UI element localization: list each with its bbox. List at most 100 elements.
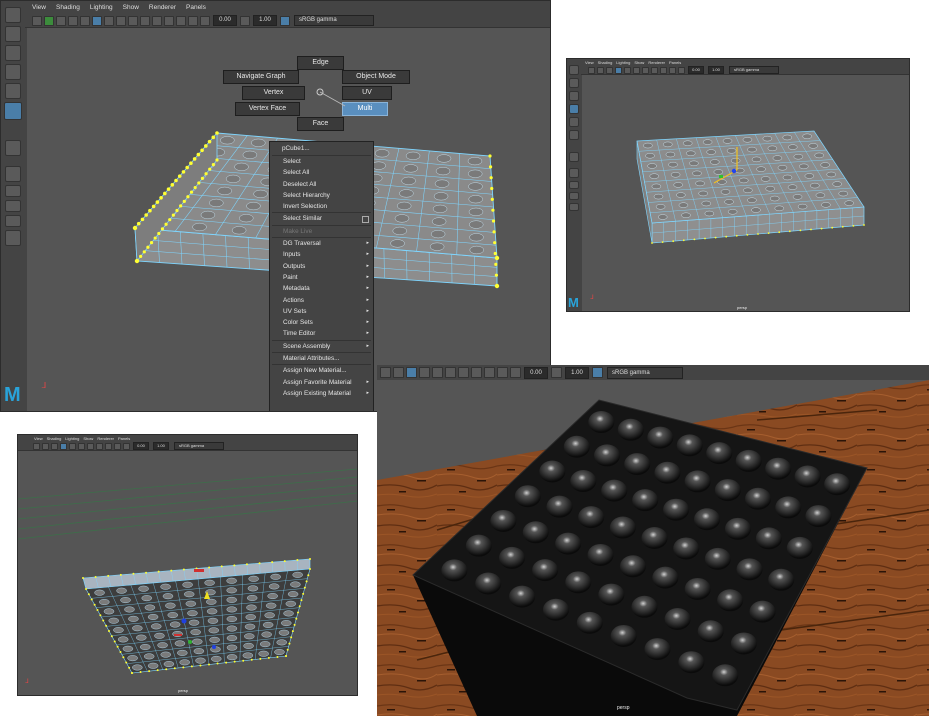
context-menu-item[interactable]: Assign New Material...	[270, 365, 373, 376]
context-menu-item[interactable]: Invert Selection	[270, 201, 373, 212]
scale-icon[interactable]	[4, 102, 22, 120]
menu-renderer[interactable]: Renderer	[95, 436, 116, 441]
marking-menu-edge[interactable]: Edge	[297, 56, 344, 70]
perspective-viewport[interactable]: ⅃ persp	[18, 451, 357, 695]
marking-menu-face[interactable]: Face	[297, 117, 344, 131]
gamma-field[interactable]: 1.00	[565, 366, 589, 379]
camera-icon[interactable]	[32, 15, 42, 26]
outliner-icon[interactable]	[5, 230, 21, 246]
perspective-viewport[interactable]: ⅃ persp	[582, 75, 909, 311]
menu-show[interactable]: Show	[632, 60, 646, 65]
select-arrow-icon[interactable]	[569, 65, 579, 75]
last-tool-icon[interactable]	[5, 140, 21, 156]
gamma-field[interactable]: 1.00	[253, 15, 277, 26]
exposure-icon[interactable]	[510, 367, 521, 378]
lasso-icon[interactable]	[5, 26, 21, 42]
context-menu-item[interactable]: Actions ▸	[270, 295, 373, 306]
marking-menu-navigate-graph[interactable]: Navigate Graph	[223, 70, 299, 84]
menu-panels[interactable]: Panels	[181, 4, 211, 11]
context-menu-item[interactable]: Select	[270, 156, 373, 167]
ao-icon[interactable]	[445, 367, 456, 378]
exposure-field[interactable]: 0.00	[213, 15, 237, 26]
marking-menu-multi[interactable]: Multi	[342, 102, 388, 116]
last-tool-icon[interactable]	[569, 152, 579, 162]
snap-icon[interactable]	[5, 166, 21, 182]
manip-center[interactable]	[181, 618, 187, 624]
isolate-icon[interactable]	[458, 367, 469, 378]
xray-icon[interactable]	[164, 15, 174, 26]
menu-view[interactable]: View	[27, 4, 51, 11]
menu-lighting[interactable]: Lighting	[63, 436, 81, 441]
rotate-icon[interactable]	[569, 117, 579, 127]
xray-icon[interactable]	[105, 442, 112, 450]
marking-menu-object-mode[interactable]: Object Mode	[342, 70, 410, 84]
wireframe-icon[interactable]	[606, 66, 613, 74]
exposure-icon[interactable]	[200, 15, 210, 26]
isolate-icon[interactable]	[651, 66, 658, 74]
exposure-field[interactable]: 0.00	[133, 442, 149, 450]
lights-icon[interactable]	[78, 442, 85, 450]
layout-four-icon[interactable]	[5, 200, 21, 212]
shadows-icon[interactable]	[128, 15, 138, 26]
color-space-select[interactable]: sRGB gamma	[607, 366, 683, 379]
context-menu-item[interactable]: Inputs ▸	[270, 249, 373, 260]
menu-lighting[interactable]: Lighting	[85, 4, 118, 11]
exposure-field[interactable]: 0.00	[524, 366, 548, 379]
lights-icon[interactable]	[116, 15, 126, 26]
context-menu-item[interactable]: Deselect All	[270, 179, 373, 190]
menu-view[interactable]: View	[32, 436, 45, 441]
context-menu-item[interactable]: DG Traversal ▸	[270, 238, 373, 249]
context-menu-item[interactable]: Paint ▸	[270, 272, 373, 283]
menu-show[interactable]: Show	[81, 436, 95, 441]
color-space-select[interactable]: sRGB gamma	[294, 15, 374, 26]
camera-icon[interactable]	[33, 442, 40, 450]
smooth-shade-icon[interactable]	[615, 66, 622, 74]
shadows-icon[interactable]	[87, 442, 94, 450]
menu-shading[interactable]: Shading	[596, 60, 615, 65]
move-manip-center[interactable]	[731, 168, 737, 174]
move-manip-plane[interactable]	[719, 175, 723, 178]
exposure-icon[interactable]	[678, 66, 685, 74]
xray-icon[interactable]	[660, 66, 667, 74]
xray-joints-icon[interactable]	[484, 367, 495, 378]
gamma-field[interactable]: 1.00	[153, 442, 169, 450]
xray-components-icon[interactable]	[497, 367, 508, 378]
menu-lighting[interactable]: Lighting	[614, 60, 632, 65]
gamma-icon[interactable]	[240, 15, 250, 26]
isolate-icon[interactable]	[152, 15, 162, 26]
xray-joints-icon[interactable]	[669, 66, 676, 74]
context-menu-item[interactable]: Select All	[270, 167, 373, 178]
layout-single-icon[interactable]	[569, 181, 579, 189]
grid-icon[interactable]	[42, 442, 49, 450]
move-icon[interactable]	[569, 104, 579, 114]
wireframe-icon[interactable]	[380, 367, 391, 378]
color-management-icon[interactable]	[592, 367, 603, 378]
wireframe-icon[interactable]	[80, 15, 90, 26]
wireframe-icon[interactable]	[51, 442, 58, 450]
paint-select-icon[interactable]	[5, 45, 21, 61]
smooth-shade-icon[interactable]	[92, 15, 102, 26]
layout-two-icon[interactable]	[569, 203, 579, 211]
lasso-icon[interactable]	[569, 78, 579, 88]
menu-renderer[interactable]: Renderer	[144, 4, 181, 11]
context-menu-item[interactable]: Select Hierarchy	[270, 190, 373, 201]
color-space-select[interactable]: sRGB gamma	[174, 442, 224, 450]
color-space-select[interactable]: sRGB gamma	[729, 66, 779, 74]
camera-icon[interactable]	[588, 66, 595, 74]
xray-joints-icon[interactable]	[114, 442, 121, 450]
smooth-shade-icon[interactable]	[393, 367, 404, 378]
shadows-icon[interactable]	[432, 367, 443, 378]
context-menu-item[interactable]: Assign Existing Material ▸	[270, 388, 373, 399]
paint-select-icon[interactable]	[569, 91, 579, 101]
snap-icon[interactable]	[569, 168, 579, 178]
textured-icon[interactable]	[104, 15, 114, 26]
context-menu-item[interactable]: Make Live	[270, 226, 373, 237]
marking-menu-uv[interactable]: UV	[342, 86, 392, 100]
layout-four-icon[interactable]	[569, 192, 579, 200]
manip-axis-x[interactable]	[174, 634, 182, 636]
menu-renderer[interactable]: Renderer	[646, 60, 667, 65]
menu-panels[interactable]: Panels	[116, 436, 132, 441]
rendered-viewport[interactable]: persp	[377, 380, 929, 716]
lights-icon[interactable]	[633, 66, 640, 74]
layout-single-icon[interactable]	[5, 185, 21, 197]
